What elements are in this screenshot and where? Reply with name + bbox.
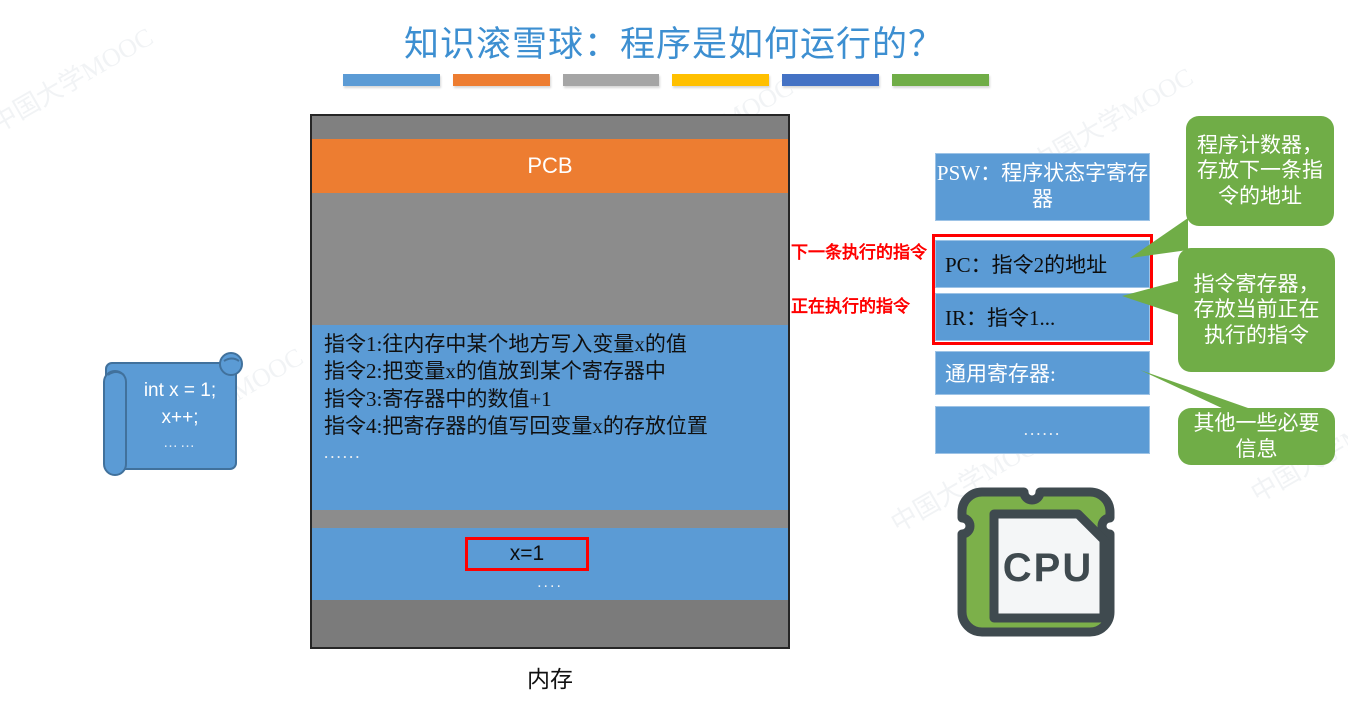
underline-bar-3 bbox=[562, 74, 660, 86]
callout-pc-text: 程序计数器，存放下一条指令的地址 bbox=[1197, 132, 1323, 208]
memory-segment-gray-middle bbox=[312, 510, 788, 528]
instruction-line: 指令1:往内存中某个地方写入变量x的值 bbox=[324, 332, 687, 356]
code-line-1: int x = 1; bbox=[143, 379, 217, 401]
register-psw: PSW：程序状态字寄存器 bbox=[935, 153, 1150, 221]
variable-value-box: x=1 bbox=[465, 537, 589, 571]
memory-caption: 内存 bbox=[527, 667, 573, 692]
register-psw-label: PSW：程序状态字寄存器 bbox=[936, 161, 1149, 211]
underline-bar-2 bbox=[452, 74, 550, 86]
register-pc: PC：指令2的地址 bbox=[935, 240, 1150, 288]
cpu-text-label: CPU bbox=[1002, 545, 1094, 590]
memory-segment-data: x=1 .... bbox=[312, 528, 788, 600]
register-gp-label: 通用寄存器: bbox=[945, 362, 1056, 386]
callout-program-counter: 程序计数器，存放下一条指令的地址 bbox=[1186, 116, 1334, 226]
register-others: ...... bbox=[935, 406, 1150, 454]
code-line-3: …… bbox=[163, 433, 197, 451]
underline-bar-4 bbox=[672, 74, 770, 86]
instruction-line: 指令2:把变量x的值放到某个寄存器中 bbox=[324, 359, 666, 384]
instruction-line: 指令4:把寄存器的值写回变量x的存放位置 bbox=[324, 413, 708, 438]
callout-instruction-register: 指令寄存器，存放当前正在执行的指令 bbox=[1178, 248, 1335, 372]
instruction-line: 指令3:寄存器中的数值+1 bbox=[324, 386, 552, 411]
instructions-ellipsis: ...... bbox=[324, 443, 362, 463]
register-ir-label: IR：指令1... bbox=[945, 306, 1056, 330]
source-code-scroll: int x = 1; x++; …… bbox=[90, 345, 250, 485]
memory-segment-instructions: 指令1:往内存中某个地方写入变量x的值 指令2:把变量x的值放到某个寄存器中 指… bbox=[312, 325, 788, 510]
underline-bar-1 bbox=[343, 74, 440, 86]
register-ir: IR：指令1... bbox=[935, 293, 1150, 341]
register-pc-label: PC：指令2的地址 bbox=[945, 253, 1108, 277]
underline-bar-5 bbox=[782, 74, 880, 86]
callout-other-info: 其他一些必要信息 bbox=[1178, 408, 1335, 465]
annotation-next-instruction: 下一条执行的指令 bbox=[791, 243, 927, 262]
code-line-2: x++; bbox=[161, 407, 199, 429]
data-ellipsis: .... bbox=[537, 574, 563, 591]
callout-etc-text: 其他一些必要信息 bbox=[1193, 410, 1320, 461]
cpu-chip-icon: CPU bbox=[952, 478, 1144, 658]
slide-canvas: 中国大学MOOC 中国大学MOOC 中国大学MOOC 中国大学MOOC 中国大学… bbox=[0, 0, 1348, 719]
memory-segment-gray-bottom bbox=[312, 600, 788, 647]
page-title: 知识滚雪球：程序是如何运行的？ bbox=[403, 25, 944, 64]
title-underline-bars bbox=[343, 74, 989, 86]
annotation-current-instruction: 正在执行的指令 bbox=[791, 297, 910, 316]
memory-segment-pcb: PCB bbox=[312, 139, 788, 193]
underline-bar-6 bbox=[892, 74, 989, 86]
source-code-text: int x = 1; x++; …… bbox=[116, 363, 244, 467]
register-others-label: ...... bbox=[1023, 420, 1062, 439]
callout-ir-text: 指令寄存器，存放当前正在执行的指令 bbox=[1193, 271, 1320, 347]
memory-block: PCB 指令1:往内存中某个地方写入变量x的值 指令2:把变量x的值放到某个寄存… bbox=[310, 114, 790, 649]
pcb-label: PCB bbox=[527, 153, 573, 178]
register-general-purpose: 通用寄存器: bbox=[935, 351, 1150, 395]
memory-segment-gray-upper bbox=[312, 193, 788, 325]
